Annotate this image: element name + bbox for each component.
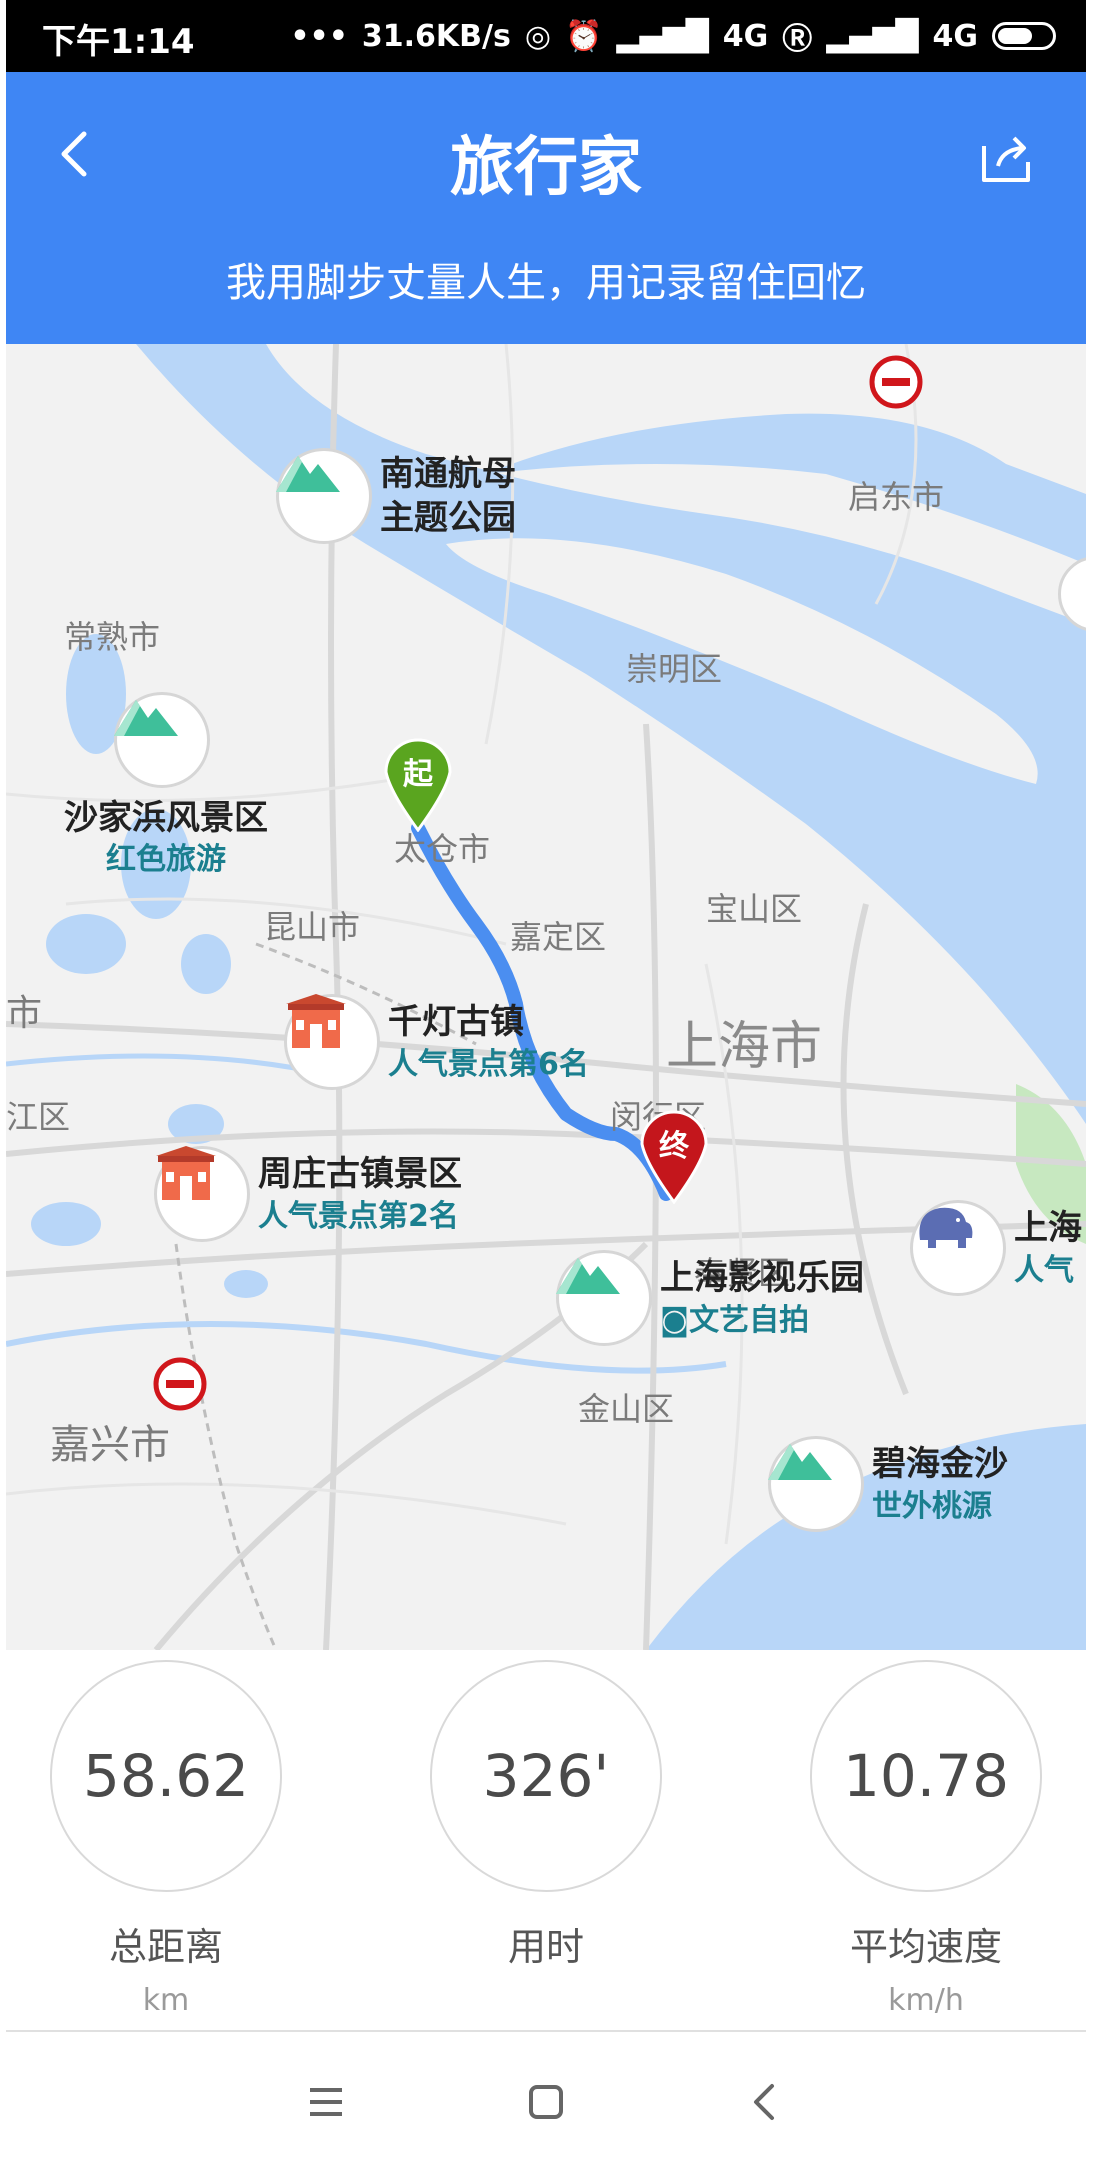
poi-shanghai-zoo[interactable]: 上海 人气 — [910, 1200, 1082, 1296]
stat-value: 326' — [430, 1660, 662, 1892]
stat-label: 平均速度 — [849, 1925, 1002, 1969]
label-kunshan: 昆山市 — [264, 908, 361, 946]
stat-speed: 10.78 平均速度 km/h — [806, 1650, 1046, 2018]
more-dots-icon: ••• — [290, 18, 348, 54]
poi-sub: 人气 — [1014, 1252, 1074, 1288]
label-shanghai: 上海市 — [666, 1017, 823, 1077]
stat-value: 10.78 — [810, 1660, 1042, 1892]
system-nav-bar — [6, 2032, 1086, 2173]
mountain-icon — [556, 1250, 652, 1346]
poi-sub: 人气景点第6名 — [388, 1046, 589, 1082]
poi-name: 沙家浜风景区 — [64, 798, 268, 838]
label-jiading: 嘉定区 — [510, 918, 607, 956]
mountain-icon — [114, 692, 210, 788]
mountain-icon — [768, 1436, 864, 1532]
trip-stats: 58.62 总距离 km 326' 用时 10.78 平均速度 km/h — [6, 1650, 1086, 2018]
start-marker-label: 起 — [403, 757, 434, 792]
network-speed: 31.6KB/s — [361, 18, 511, 54]
nav-back-icon[interactable] — [736, 2072, 796, 2132]
poi-nantong[interactable]: 南通航母 主题公园 — [276, 448, 516, 544]
mountain-icon — [276, 448, 372, 544]
poi-film-park[interactable]: 上海影视乐园 ◙文艺自拍 — [556, 1250, 864, 1346]
menu-icon[interactable] — [296, 2072, 356, 2132]
stat-unit: km/h — [888, 1983, 964, 2018]
poi-name: 千灯古镇 — [388, 1002, 524, 1043]
alarm-icon: ⏰ — [565, 18, 603, 54]
label-changshu: 常熟市 — [64, 618, 161, 656]
label-jiaxing: 嘉兴市 — [50, 1422, 170, 1468]
camera-icon: ◙ — [660, 1302, 690, 1338]
poi-name: 上海 — [1014, 1208, 1082, 1249]
stat-distance: 58.62 总距离 km — [46, 1650, 286, 2018]
app-frame: 下午1:14 ••• 31.6KB/s ◎ ⏰ ▂▄▆█ 4G Ⓡ ▂▄▆█ 4… — [6, 0, 1086, 2173]
status-icons: ••• 31.6KB/s ◎ ⏰ ▂▄▆█ 4G Ⓡ ▂▄▆█ 4G — [290, 14, 1056, 58]
poi-sub: 世外桃源 — [872, 1488, 992, 1524]
poi-sub: 文艺自拍 — [689, 1302, 810, 1338]
battery-icon — [992, 22, 1056, 50]
end-marker[interactable]: 终 — [638, 1108, 710, 1204]
home-icon[interactable] — [516, 2072, 576, 2132]
stat-duration: 326' 用时 — [426, 1650, 666, 1983]
label-baoshan: 宝山区 — [706, 890, 803, 928]
stat-value: 58.62 — [50, 1660, 282, 1892]
poi-name: 周庄古镇景区 — [258, 1154, 462, 1195]
no-entry-icon-1 — [869, 355, 923, 409]
network-type-1: 4G — [722, 18, 769, 54]
stat-label: 总距离 — [108, 1925, 223, 1969]
temple-icon — [284, 994, 380, 1090]
network-type-2: 4G — [932, 18, 979, 54]
roaming-icon: Ⓡ — [782, 22, 813, 57]
poi-qiandeng[interactable]: 千灯古镇 人气景点第6名 — [284, 994, 589, 1090]
app-header: 旅行家 我用脚步丈量人生，用记录留住回忆 — [6, 72, 1086, 344]
poi-sub: 人气景点第2名 — [258, 1198, 459, 1234]
poi-name-line2: 主题公园 — [380, 498, 516, 538]
share-icon[interactable] — [976, 128, 1036, 188]
temple-icon — [154, 1146, 250, 1242]
stat-label: 用时 — [507, 1925, 584, 1969]
poi-zhouzhuang[interactable]: 周庄古镇景区 人气景点第2名 — [154, 1146, 462, 1242]
page-subtitle: 我用脚步丈量人生，用记录留住回忆 — [226, 260, 866, 306]
route-map[interactable]: 启东市 常熟市 崇明区 太仓市 昆山市 嘉定区 宝山区 上海市 闵行区 奉贤区 … — [6, 344, 1086, 1650]
hotspot-icon: ◎ — [524, 18, 552, 54]
status-time: 下午1:14 — [42, 22, 195, 62]
end-marker-label: 终 — [659, 1129, 690, 1164]
signal-icon-2: ▂▄▆█ — [826, 18, 919, 54]
label-chongming: 崇明区 — [626, 650, 723, 688]
poi-name: 上海影视乐园 — [660, 1258, 864, 1299]
label-jiangqu-edge: 江区 — [6, 1098, 71, 1136]
page-title: 旅行家 — [450, 131, 642, 205]
start-marker[interactable]: 起 — [382, 736, 454, 832]
label-jinshan: 金山区 — [578, 1390, 675, 1428]
poi-shajiabang-text: 沙家浜风景区 红色旅游 — [46, 796, 286, 879]
no-entry-icon-2 — [153, 1357, 207, 1411]
label-qidong: 启东市 — [848, 478, 945, 516]
status-bar: 下午1:14 ••• 31.6KB/s ◎ ⏰ ▂▄▆█ 4G Ⓡ ▂▄▆█ 4… — [6, 0, 1086, 72]
label-shi-edge: 市 — [6, 993, 43, 1034]
poi-shajiabang[interactable] — [114, 692, 210, 788]
stat-unit: km — [142, 1983, 190, 2018]
elephant-icon — [910, 1200, 1006, 1296]
poi-sub: 红色旅游 — [106, 842, 226, 878]
poi-name: 碧海金沙 — [872, 1444, 1008, 1485]
signal-icon: ▂▄▆█ — [616, 18, 709, 54]
poi-bihai-jinsha[interactable]: 碧海金沙 世外桃源 — [768, 1436, 1008, 1532]
poi-name: 南通航母 — [380, 453, 516, 494]
